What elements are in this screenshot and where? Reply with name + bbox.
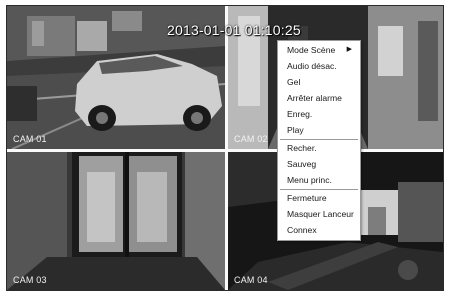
context-menu: Mode Scène ▶ Audio désac. Gel Arrêter al… bbox=[277, 40, 361, 241]
menu-item-label: Audio désac. bbox=[287, 61, 337, 71]
menu-item-label: Mode Scène bbox=[287, 45, 336, 55]
menu-item-play[interactable]: Play bbox=[278, 122, 360, 138]
menu-item-backup[interactable]: Sauveg bbox=[278, 156, 360, 172]
grid-divider-vertical bbox=[225, 6, 228, 290]
camera-label-02: CAM 02 bbox=[234, 134, 268, 144]
menu-item-audio-off[interactable]: Audio désac. bbox=[278, 58, 360, 74]
camera-label-04: CAM 04 bbox=[234, 275, 268, 285]
menu-item-label: Connex bbox=[287, 225, 317, 235]
menu-item-stop-alarm[interactable]: Arrêter alarme bbox=[278, 90, 360, 106]
menu-item-label: Enreg. bbox=[287, 109, 313, 119]
menu-item-search[interactable]: Recher. bbox=[278, 140, 360, 156]
datetime-overlay: 2013-01-01 01:10:25 bbox=[167, 22, 301, 38]
camera-03-feed bbox=[7, 152, 225, 290]
menu-item-main-menu[interactable]: Menu princ. bbox=[278, 172, 360, 188]
menu-item-shutdown[interactable]: Fermeture bbox=[278, 190, 360, 206]
menu-item-label: Recher. bbox=[287, 143, 317, 153]
triangle-right-icon: ▶ bbox=[346, 46, 352, 53]
menu-item-label: Arrêter alarme bbox=[287, 93, 342, 103]
menu-item-label: Fermeture bbox=[287, 193, 327, 203]
menu-item-label: Menu princ. bbox=[287, 175, 332, 185]
menu-item-scene-mode[interactable]: Mode Scène ▶ bbox=[278, 42, 360, 58]
menu-item-label: Play bbox=[287, 125, 304, 135]
menu-item-record[interactable]: Enreg. bbox=[278, 106, 360, 122]
menu-item-label: Gel bbox=[287, 77, 301, 87]
grid-divider-horizontal bbox=[7, 149, 443, 152]
menu-item-label: Sauveg bbox=[287, 159, 317, 169]
camera-label-03: CAM 03 bbox=[13, 275, 47, 285]
video-grid: CAM 01 CAM 02 CAM 03 CAM 04 2013-01-01 0… bbox=[6, 5, 444, 291]
menu-item-login[interactable]: Connex bbox=[278, 222, 360, 238]
menu-item-freeze[interactable]: Gel bbox=[278, 74, 360, 90]
menu-item-hide-launcher[interactable]: Masquer Lanceur bbox=[278, 206, 360, 222]
menu-item-label: Masquer Lanceur bbox=[287, 209, 354, 219]
camera-view-03[interactable]: CAM 03 bbox=[7, 152, 225, 290]
camera-label-01: CAM 01 bbox=[13, 134, 47, 144]
